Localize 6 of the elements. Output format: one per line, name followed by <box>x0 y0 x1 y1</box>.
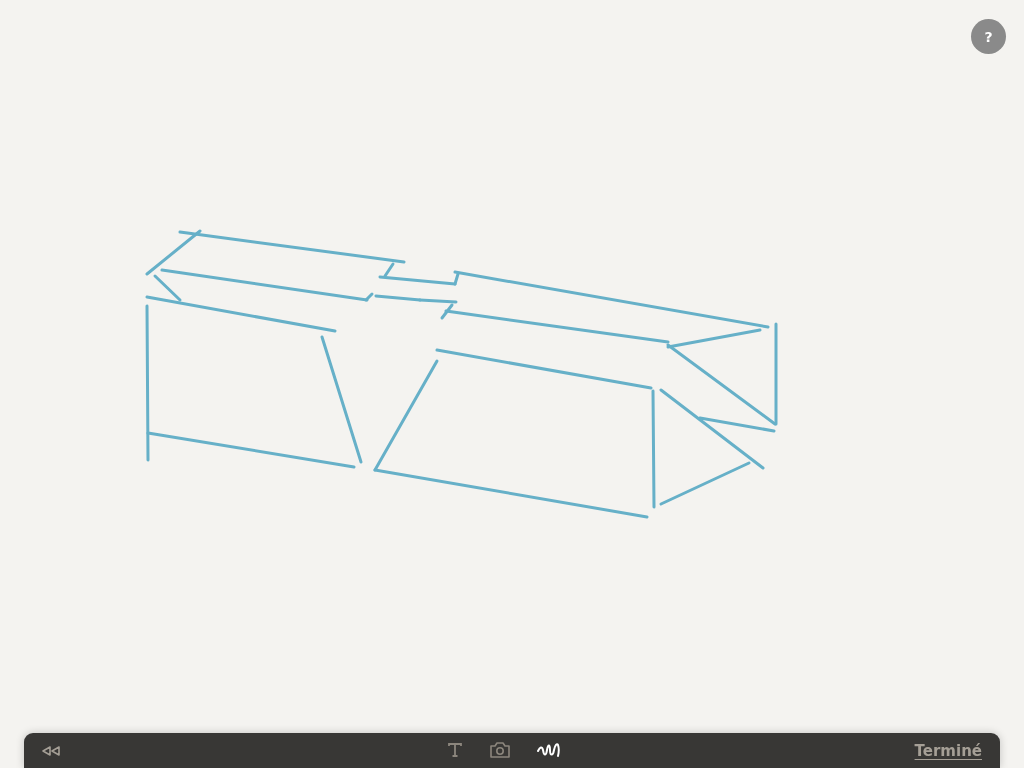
squiggle-icon[interactable] <box>537 742 561 758</box>
rewind-icon[interactable] <box>42 745 60 756</box>
text-tool-icon[interactable] <box>447 742 463 758</box>
camera-icon[interactable] <box>489 741 511 759</box>
done-link[interactable]: Terminé <box>914 741 982 760</box>
help-button[interactable]: ? <box>971 19 1006 54</box>
